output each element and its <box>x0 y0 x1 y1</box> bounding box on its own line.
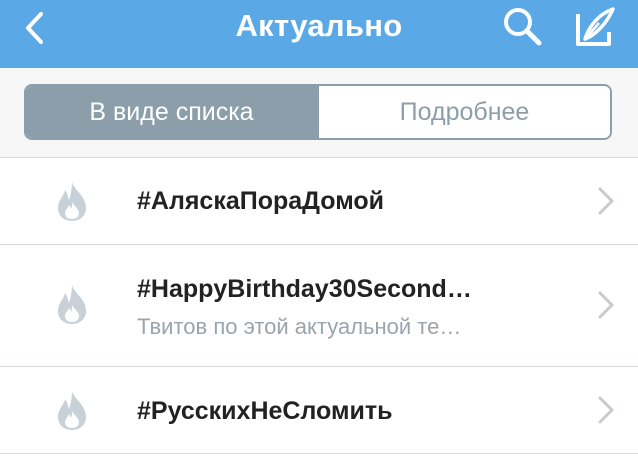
search-button[interactable] <box>498 4 546 48</box>
compose-quill-icon <box>576 7 615 46</box>
trend-title: #РусскихНеСломить <box>137 397 393 425</box>
compose-button[interactable] <box>570 4 620 50</box>
navigation-bar: Актуально <box>0 0 638 68</box>
view-mode-segmented-control: В виде списка Подробнее <box>24 84 612 140</box>
trend-row-2[interactable]: #HappyBirthday30Second… Твитов по этой а… <box>0 245 638 366</box>
flame-icon <box>58 182 86 221</box>
segment-area: В виде списка Подробнее <box>0 68 638 158</box>
segment-detailed-view[interactable]: Подробнее <box>317 86 610 138</box>
trend-title: #АляскаПораДомой <box>137 187 385 215</box>
flame-icon <box>58 391 86 430</box>
trend-subtitle: Твитов по этой актуальной те… <box>137 314 462 339</box>
chevron-right-icon <box>598 187 614 215</box>
flame-icon <box>58 285 86 324</box>
chevron-right-icon <box>598 291 614 319</box>
divider <box>0 453 638 454</box>
trend-row-1[interactable]: #АляскаПораДомой <box>0 158 638 244</box>
trend-row-3[interactable]: #РусскихНеСломить <box>0 367 638 453</box>
chevron-right-icon <box>598 396 614 424</box>
trend-title: #HappyBirthday30Second… <box>137 275 472 303</box>
search-icon <box>504 8 542 46</box>
segment-list-view[interactable]: В виде списка <box>26 86 317 138</box>
